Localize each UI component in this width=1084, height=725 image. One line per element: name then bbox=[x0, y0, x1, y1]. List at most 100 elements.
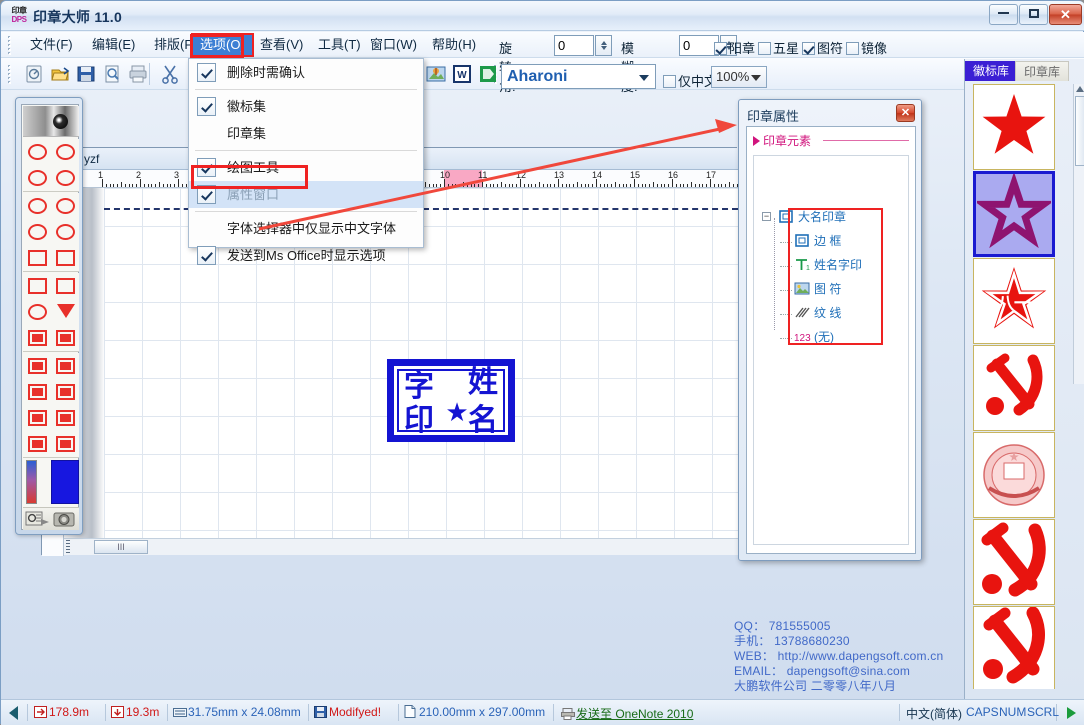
menu-item-2[interactable]: 印章集 bbox=[189, 120, 423, 147]
send-excel-icon[interactable] bbox=[477, 63, 499, 85]
option-check-2[interactable]: 图符 bbox=[802, 38, 843, 57]
shape-tool-oval-flat[interactable] bbox=[24, 219, 51, 245]
library-item-hammer-sickle-2[interactable] bbox=[973, 519, 1055, 605]
menu-7[interactable]: 帮助(H) bbox=[425, 35, 483, 55]
menu-6[interactable]: 窗口(W) bbox=[363, 35, 424, 55]
menu-item-1[interactable]: 徽标集 bbox=[189, 93, 423, 120]
menu-item-0[interactable]: 删除时需确认 bbox=[189, 59, 423, 86]
tab-stamp-library[interactable]: 印章库 bbox=[1015, 61, 1070, 81]
option-check-3[interactable]: 镜像 bbox=[846, 38, 887, 57]
shape-tool-rect-rows[interactable] bbox=[52, 273, 79, 299]
checkbox-box[interactable] bbox=[758, 42, 771, 55]
statusbar-right-arrow[interactable] bbox=[1067, 707, 1076, 719]
shape-tool-triangle-down[interactable] bbox=[52, 299, 79, 325]
menu-5[interactable]: 工具(T) bbox=[311, 35, 368, 55]
library-scroll-thumb[interactable] bbox=[1075, 96, 1084, 166]
shape-tool-mid-band[interactable] bbox=[52, 379, 79, 405]
checkbox-box[interactable] bbox=[802, 42, 815, 55]
menu-item-checkbox[interactable] bbox=[197, 185, 216, 204]
zoom-chevron-down-icon[interactable] bbox=[751, 75, 761, 81]
shape-tool-split-vertical[interactable] bbox=[52, 325, 79, 351]
menu-item-checkbox[interactable] bbox=[197, 124, 216, 143]
library-item-army-star-emblem[interactable]: 八一 bbox=[973, 258, 1055, 344]
shape-tool-grid-fine[interactable] bbox=[24, 245, 51, 271]
menu-item-3[interactable]: 绘图工具 bbox=[189, 154, 423, 181]
library-item-hammer-sickle-1[interactable] bbox=[973, 345, 1055, 431]
option-check-0[interactable]: 阳章 bbox=[714, 38, 755, 57]
library-scrollbar[interactable] bbox=[1073, 84, 1084, 384]
open-icon[interactable] bbox=[49, 63, 71, 85]
menubar-grip[interactable] bbox=[7, 35, 11, 55]
chinese-only-box[interactable] bbox=[663, 75, 676, 88]
shape-tool-half-left[interactable] bbox=[24, 353, 51, 379]
shape-tool-circle-star[interactable] bbox=[24, 139, 51, 165]
rotate-angle-input[interactable] bbox=[554, 35, 594, 56]
menu-item-6[interactable]: 发送到Ms Office时显示选项 bbox=[189, 242, 423, 269]
shape-tool-two-cells[interactable] bbox=[24, 431, 51, 457]
close-button[interactable]: ✕ bbox=[1049, 4, 1082, 25]
tree-expander-icon[interactable]: − bbox=[762, 212, 771, 221]
ime-indicator[interactable]: 中文(简体) bbox=[906, 705, 962, 722]
library-item-red-solid-star[interactable] bbox=[973, 84, 1055, 170]
shape-tool-bottom-band[interactable] bbox=[24, 405, 51, 431]
menu-3[interactable]: 选项(O) bbox=[191, 33, 254, 57]
tree-node-1[interactable]: 边 框 bbox=[794, 232, 841, 251]
toolbar-grip[interactable] bbox=[7, 64, 11, 84]
rotate-angle-spinner[interactable] bbox=[595, 35, 612, 56]
menu-item-checkbox[interactable] bbox=[197, 63, 216, 82]
font-selector[interactable]: Aharoni bbox=[501, 64, 656, 89]
menu-item-checkbox[interactable] bbox=[197, 97, 216, 116]
menu-0[interactable]: 文件(F) bbox=[23, 35, 80, 55]
shape-tool-two-columns[interactable] bbox=[52, 353, 79, 379]
menu-item-checkbox[interactable] bbox=[197, 219, 216, 238]
shape-tool-three-cells[interactable] bbox=[52, 405, 79, 431]
properties-close-button[interactable]: ✕ bbox=[896, 104, 915, 122]
shape-tool-grid-wide[interactable] bbox=[52, 245, 79, 271]
checkbox-box[interactable] bbox=[846, 42, 859, 55]
tree-node-3[interactable]: 图 符 bbox=[794, 280, 841, 299]
print-icon[interactable] bbox=[127, 63, 149, 85]
color-ramp[interactable] bbox=[26, 460, 37, 504]
shape-tool-oval-dotted[interactable] bbox=[52, 193, 79, 219]
blur-input[interactable] bbox=[679, 35, 719, 56]
cut-icon[interactable] bbox=[159, 63, 181, 85]
menu-item-checkbox[interactable] bbox=[197, 158, 216, 177]
send-to-onenote[interactable]: 发送至 OneNote 2010 bbox=[561, 705, 693, 722]
library-item-hammer-sickle-3[interactable] bbox=[973, 606, 1055, 689]
shape-tool-rect-in-rect[interactable] bbox=[24, 273, 51, 299]
checkbox-box[interactable] bbox=[714, 42, 727, 55]
tab-emblem-library[interactable]: 徽标库 bbox=[965, 61, 1030, 81]
shape-tool-circle-dots[interactable] bbox=[52, 139, 79, 165]
canvas-horizontal-scrollbar[interactable]: III bbox=[64, 538, 738, 555]
shape-tool-four-cells[interactable] bbox=[52, 431, 79, 457]
shape-tool-ellipse-double[interactable] bbox=[52, 165, 79, 191]
option-check-1[interactable]: 五星 bbox=[758, 38, 799, 57]
library-item-national-emblem[interactable] bbox=[973, 432, 1055, 518]
tree-node-2[interactable]: 1 姓名字印 bbox=[794, 256, 862, 275]
export-image-icon[interactable] bbox=[425, 63, 447, 85]
shape-tool-top-band[interactable] bbox=[24, 379, 51, 405]
send-word-icon[interactable]: W bbox=[451, 63, 473, 85]
print-preview-icon[interactable] bbox=[101, 63, 123, 85]
stamp-object[interactable]: 字 姓 印 名 ★ bbox=[387, 359, 515, 442]
tree-node-5[interactable]: 123 (无) bbox=[794, 328, 834, 347]
menu-item-4[interactable]: 属性窗口 bbox=[189, 181, 423, 208]
shape-tool-ellipse-bar[interactable] bbox=[24, 165, 51, 191]
chevron-down-icon[interactable] bbox=[639, 75, 649, 81]
shape-tool-oval-eyes[interactable] bbox=[24, 193, 51, 219]
shape-tool-diamond-thin[interactable] bbox=[24, 299, 51, 325]
menu-item-checkbox[interactable] bbox=[197, 246, 216, 265]
shape-tool-quad-split[interactable] bbox=[24, 325, 51, 351]
menu-4[interactable]: 查看(V) bbox=[253, 35, 310, 55]
tree-node-4[interactable]: 纹 线 bbox=[794, 304, 841, 323]
color-swatch[interactable] bbox=[51, 460, 79, 504]
shape-tool-oval-split[interactable] bbox=[52, 219, 79, 245]
menu-item-5[interactable]: 字体选择器中仅显示中文字体 bbox=[189, 215, 423, 242]
library-item-purple-outline-star[interactable] bbox=[973, 171, 1055, 257]
chinese-only-checkbox[interactable]: 仅中文 bbox=[663, 71, 717, 90]
scroll-up-arrow-icon[interactable] bbox=[1076, 86, 1084, 92]
new-icon[interactable] bbox=[23, 63, 45, 85]
zoom-selector[interactable]: 100% bbox=[711, 66, 767, 88]
minimize-button[interactable] bbox=[989, 4, 1018, 25]
maximize-button[interactable] bbox=[1019, 4, 1048, 25]
